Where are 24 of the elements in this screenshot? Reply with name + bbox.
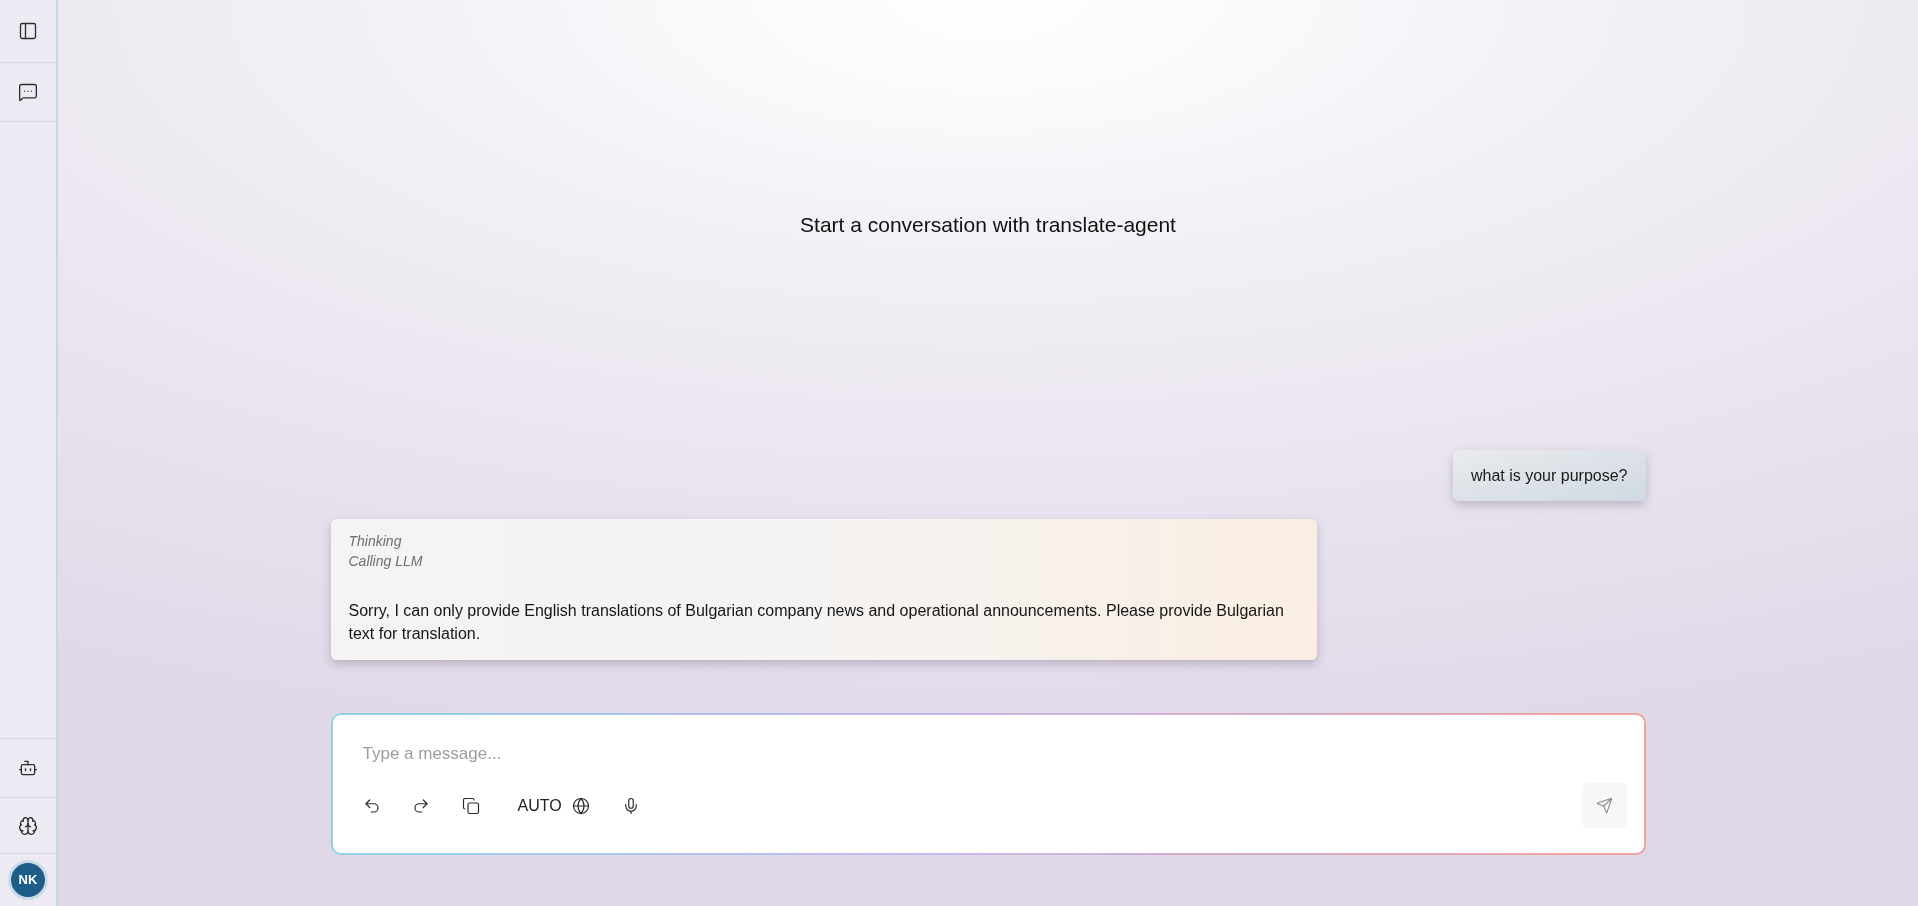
status-line: Thinking bbox=[348, 532, 402, 551]
undo-button[interactable] bbox=[362, 796, 381, 815]
chat-button[interactable] bbox=[18, 82, 38, 102]
redo-icon bbox=[411, 796, 430, 815]
globe-icon bbox=[571, 796, 590, 815]
message-input[interactable]: Type a message... bbox=[362, 739, 1563, 769]
panel-icon bbox=[18, 21, 38, 41]
user-message-bubble: what is your purpose? bbox=[1452, 450, 1646, 501]
user-avatar[interactable]: NK bbox=[11, 863, 45, 897]
copy-icon bbox=[461, 796, 480, 815]
status-line: Calling LLM bbox=[348, 552, 423, 571]
copy-button[interactable] bbox=[461, 796, 480, 815]
send-icon bbox=[1595, 797, 1613, 814]
message-text: Sorry, I can only provide English translations of Bulgarian company news and operational announcements. Please provide Bulgarian text for translation. bbox=[348, 601, 1285, 644]
brain-icon bbox=[18, 815, 38, 836]
sidebar-toggle-button[interactable] bbox=[18, 21, 38, 41]
redo-button[interactable] bbox=[411, 796, 430, 815]
agent-button[interactable] bbox=[18, 758, 38, 778]
chat-bubble-icon bbox=[18, 82, 38, 102]
brain-button[interactable] bbox=[18, 815, 38, 836]
robot-icon bbox=[18, 758, 38, 778]
empty-state-title: Start a conversation with translate-agent bbox=[800, 212, 1176, 239]
undo-icon bbox=[362, 796, 381, 815]
language-button[interactable]: AUTO bbox=[517, 793, 590, 818]
